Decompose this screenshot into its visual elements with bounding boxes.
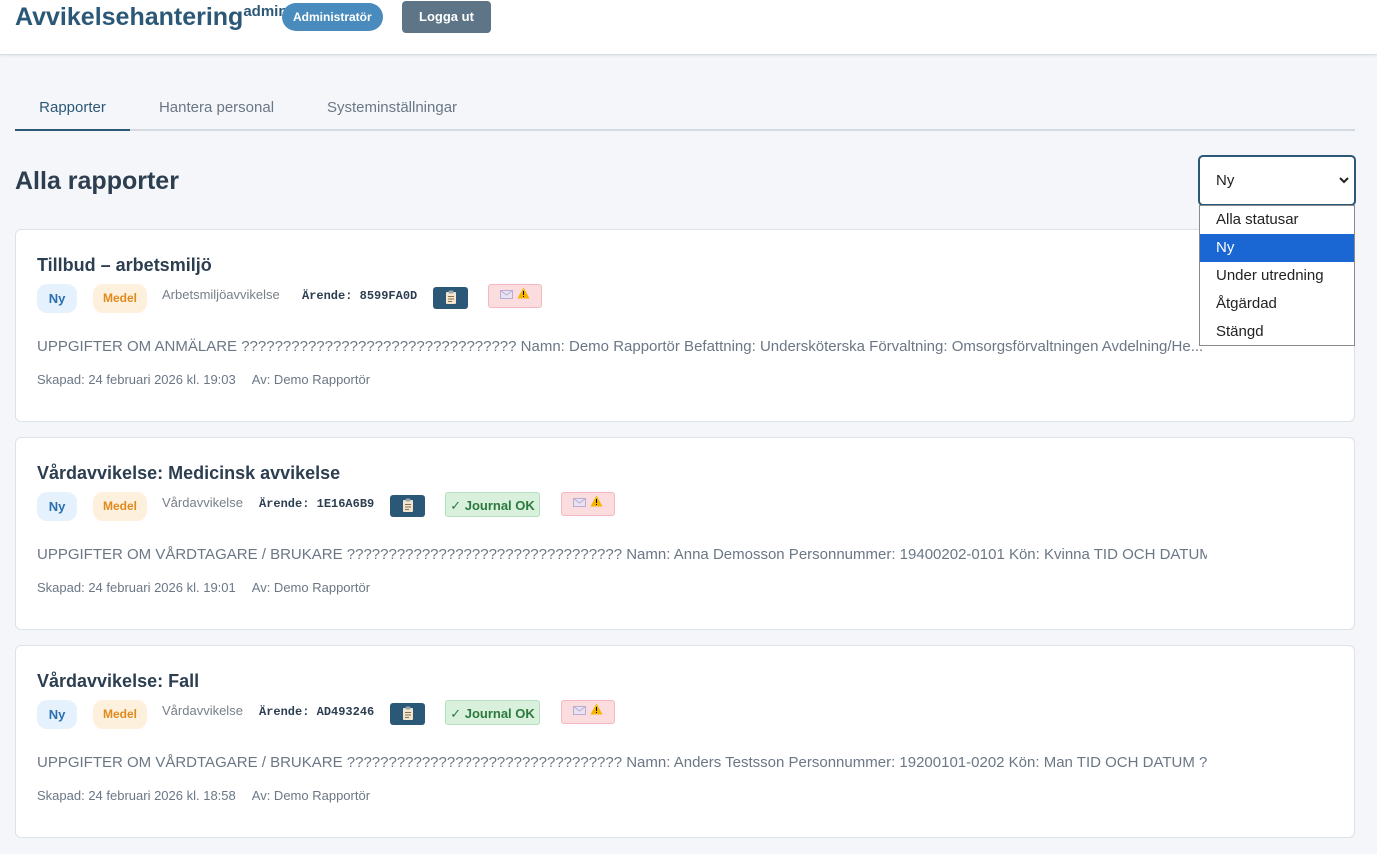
- app-header: Avvikelsehanteringadmin Administratör Lo…: [0, 0, 1377, 55]
- report-description: UPPGIFTER OM ANMÄLARE ??????????????????…: [37, 338, 1204, 355]
- clipboard-icon: [402, 706, 413, 721]
- journal-ok-badge: ✓ Journal OK: [445, 492, 540, 517]
- status-option-under-utredning[interactable]: Under utredning: [1200, 262, 1354, 290]
- status-filter-value: Ny: [1216, 172, 1235, 189]
- report-card[interactable]: Tillbud – arbetsmiljö Ny Medel Arbetsmil…: [15, 229, 1355, 422]
- mail-warning-badge: [561, 700, 615, 724]
- report-category: Arbetsmiljöavvikelse: [162, 287, 280, 302]
- clipboard-icon: [402, 498, 413, 513]
- report-meta: Skapad: 24 februari 2026 kl. 19:03 Av: De…: [37, 372, 370, 387]
- status-option-alla[interactable]: Alla statusar: [1200, 206, 1354, 234]
- report-card[interactable]: Vårdavvikelse: Fall Ny Medel Vårdavvikel…: [15, 645, 1355, 838]
- report-author: Av: Demo Rapportör: [251, 372, 371, 387]
- report-author: Av: Demo Rapportör: [251, 580, 371, 595]
- tab-rapporter[interactable]: Rapporter: [15, 88, 130, 131]
- warning-icon: [590, 495, 603, 507]
- case-number: Ärende: 1E16A6B9: [259, 497, 375, 511]
- tab-systeminstallningar[interactable]: Systeminställningar: [312, 88, 472, 131]
- logout-button[interactable]: Logga ut: [402, 1, 491, 33]
- status-filter-dropdown: Alla statusar Ny Under utredning Åtgärda…: [1199, 205, 1355, 346]
- report-meta: Skapad: 24 februari 2026 kl. 18:58 Av: De…: [37, 788, 370, 803]
- envelope-icon: [573, 706, 587, 715]
- created-date: Skapad: 24 februari 2026 kl. 18:58: [37, 788, 236, 803]
- mail-warning-badge: [488, 284, 542, 308]
- envelope-icon: [573, 498, 587, 507]
- copy-case-button[interactable]: [390, 703, 425, 725]
- report-description: UPPGIFTER OM VÅRDTAGARE / BRUKARE ??????…: [37, 546, 1207, 563]
- report-category: Vårdavvikelse: [162, 703, 243, 718]
- report-title: Vårdavvikelse: Fall: [37, 671, 200, 691]
- app-title: Avvikelsehanteringadmin: [15, 3, 288, 31]
- tab-hantera-personal[interactable]: Hantera personal: [145, 88, 288, 131]
- priority-badge: Medel: [93, 700, 147, 729]
- main-tabs: Rapporter Hantera personal Systeminställ…: [15, 88, 1355, 131]
- priority-badge: Medel: [93, 284, 147, 313]
- clipboard-icon: [445, 290, 456, 305]
- status-option-atgardad[interactable]: Åtgärdad: [1200, 290, 1354, 318]
- case-number: Ärende: AD493246: [259, 705, 375, 719]
- envelope-icon: [500, 290, 514, 299]
- status-badge: Ny: [37, 492, 77, 521]
- report-description: UPPGIFTER OM VÅRDTAGARE / BRUKARE ??????…: [37, 754, 1207, 771]
- case-number: Ärende: 8599FA0D: [302, 289, 418, 303]
- report-author: Av: Demo Rapportör: [251, 788, 371, 803]
- created-date: Skapad: 24 februari 2026 kl. 19:03: [37, 372, 236, 387]
- warning-icon: [590, 703, 603, 715]
- chevron-down-icon: [1339, 177, 1349, 184]
- status-option-ny[interactable]: Ny: [1200, 234, 1354, 262]
- status-filter-select[interactable]: Ny: [1199, 156, 1355, 205]
- mail-warning-badge: [561, 492, 615, 516]
- report-category: Vårdavvikelse: [162, 495, 243, 510]
- journal-ok-badge: ✓ Journal OK: [445, 700, 540, 725]
- warning-icon: [517, 287, 530, 299]
- report-card[interactable]: Vårdavvikelse: Medicinsk avvikelse Ny Me…: [15, 437, 1355, 630]
- report-title: Vårdavvikelse: Medicinsk avvikelse: [37, 463, 341, 483]
- report-title: Tillbud – arbetsmiljö: [37, 255, 212, 275]
- role-badge: Administratör: [282, 3, 383, 31]
- copy-case-button[interactable]: [390, 495, 425, 517]
- page-title: Alla rapporter: [15, 167, 179, 195]
- copy-case-button[interactable]: [433, 287, 468, 309]
- report-meta: Skapad: 24 februari 2026 kl. 19:01 Av: De…: [37, 580, 370, 595]
- created-date: Skapad: 24 februari 2026 kl. 19:01: [37, 580, 236, 595]
- priority-badge: Medel: [93, 492, 147, 521]
- app-title-suffix: admin: [243, 3, 288, 20]
- status-badge: Ny: [37, 700, 77, 729]
- status-badge: Ny: [37, 284, 77, 313]
- status-option-stangd[interactable]: Stängd: [1200, 318, 1354, 346]
